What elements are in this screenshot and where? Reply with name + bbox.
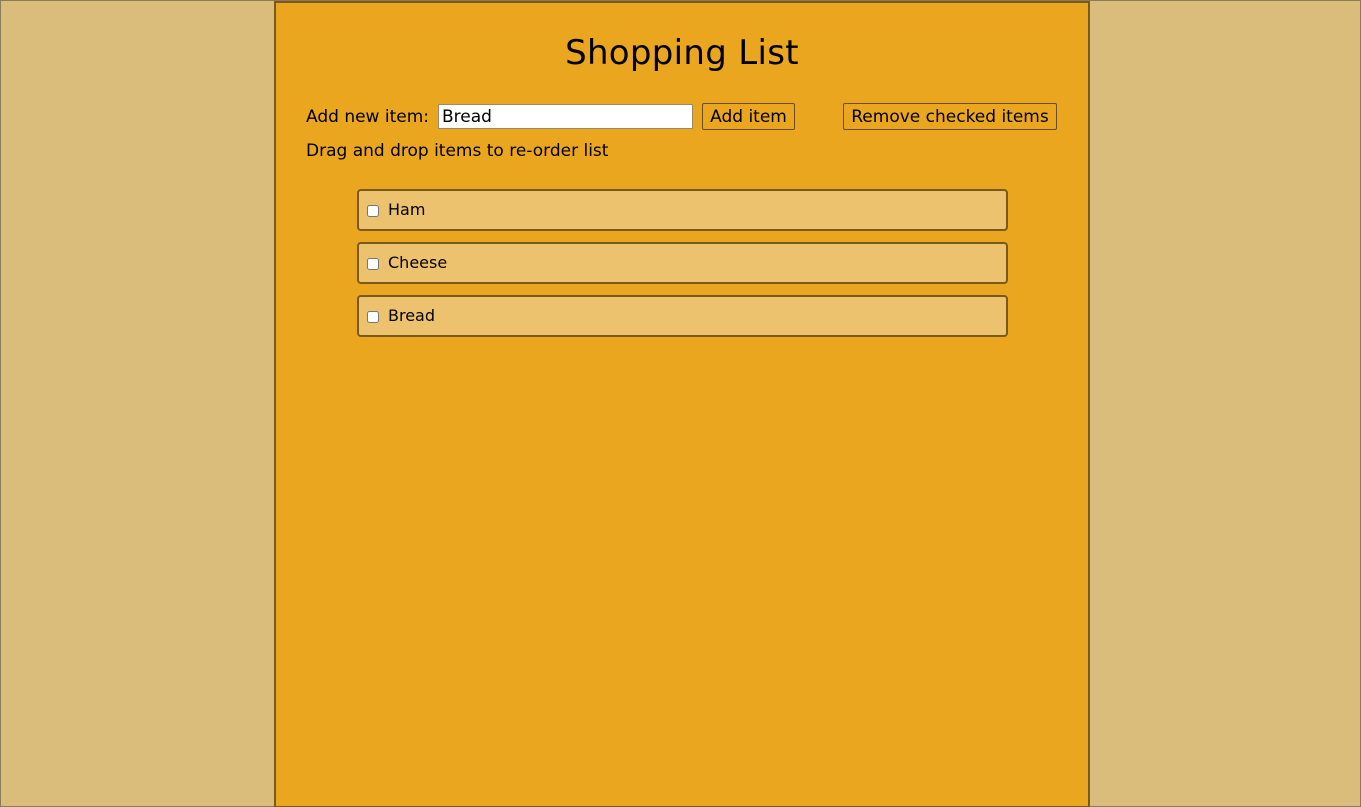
add-item-button[interactable]: Add item	[702, 103, 795, 130]
item-label: Cheese	[388, 253, 448, 272]
list-item[interactable]: Ham	[357, 189, 1008, 231]
item-label: Ham	[388, 200, 426, 219]
remove-checked-button[interactable]: Remove checked items	[843, 103, 1057, 130]
item-checkbox[interactable]	[367, 258, 379, 270]
add-item-label: Add new item:	[306, 107, 429, 127]
list-item[interactable]: Cheese	[357, 242, 1008, 284]
drag-hint: Drag and drop items to re-order list	[306, 141, 609, 161]
item-checkbox[interactable]	[367, 311, 379, 323]
shopping-list-panel: Shopping List Add new item: Add item Rem…	[274, 1, 1090, 807]
item-label: Bread	[388, 306, 436, 325]
new-item-input[interactable]	[438, 104, 693, 129]
page-title: Shopping List	[565, 33, 799, 73]
item-checkbox[interactable]	[367, 205, 379, 217]
add-item-row: Add new item: Add item Remove checked it…	[306, 102, 1066, 132]
shopping-list: Ham Cheese Bread	[357, 189, 1008, 348]
list-item[interactable]: Bread	[357, 295, 1008, 337]
